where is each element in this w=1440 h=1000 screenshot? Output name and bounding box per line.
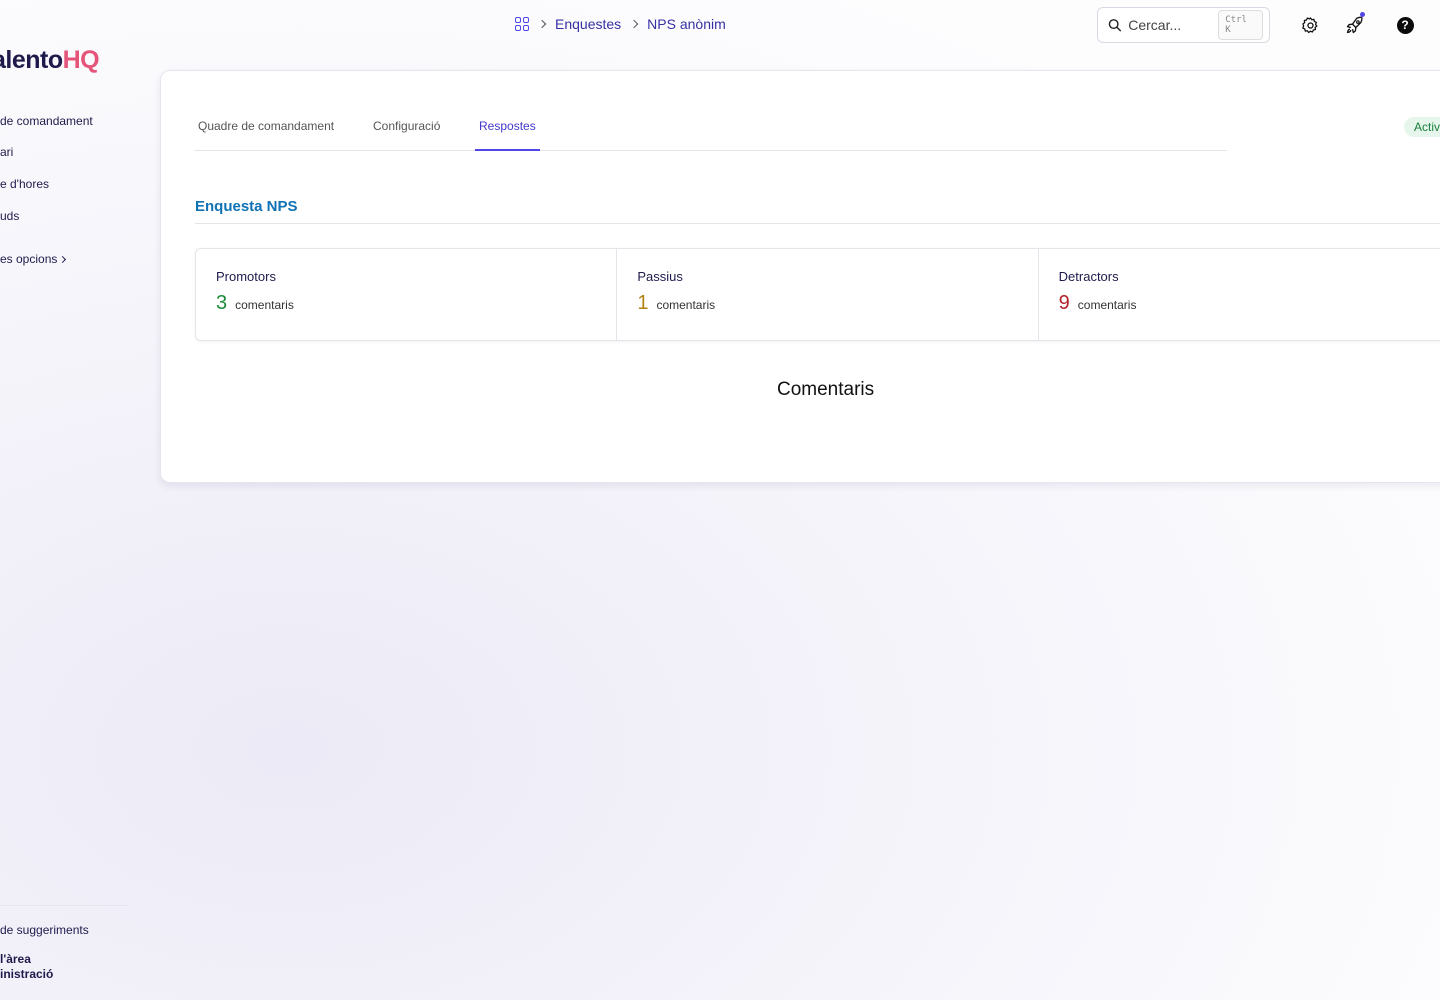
stat-unit: comentaris: [656, 298, 716, 312]
breadcrumb-item-surveys[interactable]: Enquestes: [555, 16, 621, 32]
search-icon: [1108, 19, 1122, 32]
stat-value: 9: [1058, 292, 1070, 314]
main-card: Quadre de comandament Configuració Respo…: [160, 70, 1440, 483]
stat-value: 1: [637, 292, 649, 314]
search-box[interactable]: Ctrl K: [1097, 7, 1270, 43]
sidebar-item-calendar[interactable]: ari: [0, 145, 13, 159]
comments-title: Comentaris: [777, 379, 875, 400]
breadcrumb-item-current[interactable]: NPS anònim: [647, 16, 726, 32]
tab-configuration[interactable]: Configuració: [373, 119, 440, 151]
stat-passives: Passius 1 comentaris: [617, 249, 1039, 340]
stat-label: Detractors: [1058, 269, 1119, 284]
status-badge: Activ: [1404, 117, 1440, 137]
stat-label: Promotors: [216, 269, 276, 284]
rocket-icon: [1346, 16, 1363, 34]
sidebar-item-admin-line2[interactable]: inistració: [0, 967, 53, 981]
notification-dot: [1360, 12, 1365, 17]
whats-new-button[interactable]: [1344, 12, 1366, 36]
stat-promoters: Promotors 3 comentaris: [196, 249, 618, 340]
gear-icon: [1301, 16, 1317, 33]
sidebar-item-timesheet[interactable]: e d'hores: [0, 177, 49, 191]
tab-dashboard[interactable]: Quadre de comandament: [198, 119, 334, 151]
stat-unit: comentaris: [1077, 298, 1137, 312]
tab-bar: Quadre de comandament Configuració Respo…: [194, 71, 1227, 151]
tab-responses[interactable]: Respostes: [475, 119, 540, 151]
help-icon: ?: [1396, 16, 1414, 34]
settings-button[interactable]: [1299, 14, 1321, 36]
sidebar-divider: [0, 905, 128, 906]
section-title: Enquesta NPS: [195, 198, 298, 215]
chevron-right-icon: [59, 255, 67, 264]
search-input[interactable]: [1128, 17, 1219, 33]
shortcut-badge: Ctrl K: [1218, 10, 1263, 40]
sidebar-item-more-options[interactable]: es opcions: [0, 252, 67, 266]
stat-label: Passius: [637, 269, 683, 284]
chevron-right-icon: [629, 19, 639, 29]
sidebar-item-requests[interactable]: uds: [0, 209, 19, 223]
breadcrumb: Enquestes NPS anònim: [515, 16, 726, 32]
sidebar-item-admin-line1[interactable]: l'àrea: [0, 952, 31, 966]
sidebar: alentoHQ de comandament ari e d'hores ud…: [0, 0, 140, 1000]
sidebar-item-label: es opcions: [0, 252, 58, 266]
sidebar-item-suggestions[interactable]: de suggeriments: [0, 923, 89, 937]
help-button[interactable]: ?: [1394, 14, 1416, 36]
stat-detractors: Detractors 9 comentaris: [1039, 249, 1440, 340]
stat-value: 3: [216, 292, 228, 314]
stat-unit: comentaris: [235, 298, 294, 312]
grid-icon[interactable]: [515, 17, 529, 31]
nps-stats: Promotors 3 comentaris Passius 1 comenta…: [195, 248, 1440, 341]
chevron-right-icon: [537, 19, 547, 29]
sidebar-item-dashboard[interactable]: de comandament: [0, 114, 93, 128]
logo[interactable]: alentoHQ: [0, 46, 100, 75]
section-divider: [195, 223, 1440, 224]
